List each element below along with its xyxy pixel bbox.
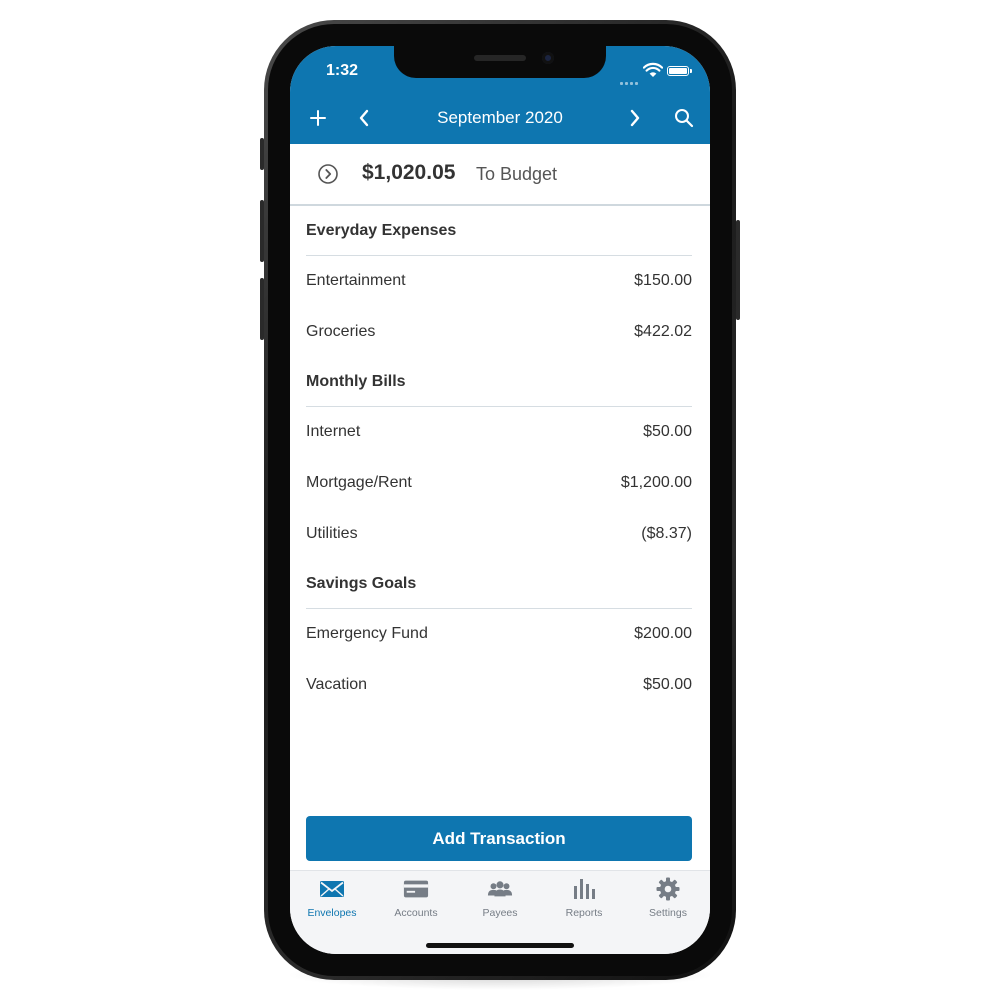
volume-up-button — [260, 200, 264, 262]
plus-icon — [310, 110, 326, 126]
envelope-amount: ($8.37) — [641, 524, 692, 542]
volume-down-button — [260, 278, 264, 340]
gear-icon — [656, 877, 680, 901]
cellular-signal-icon — [620, 72, 642, 85]
envelope-name: Utilities — [306, 524, 358, 542]
app-screen: 1:32 September 2020 $1,020.05 To Budget … — [290, 46, 710, 954]
add-transaction-button[interactable]: Add Transaction — [306, 816, 692, 861]
envelope-amount: $200.00 — [634, 625, 692, 643]
group-header-savings-goals: Savings Goals — [306, 559, 692, 609]
add-button[interactable] — [300, 98, 336, 138]
chevron-right-icon — [630, 109, 640, 127]
previous-month-button[interactable] — [346, 98, 382, 138]
wifi-icon — [643, 62, 663, 77]
power-button — [736, 220, 740, 320]
status-time: 1:32 — [326, 62, 359, 79]
envelope-row-entertainment[interactable]: Entertainment $150.00 — [306, 256, 692, 307]
to-budget-summary[interactable]: $1,020.05 To Budget — [290, 144, 710, 206]
next-month-button[interactable] — [617, 98, 653, 138]
phone-bezel: 1:32 September 2020 $1,020.05 To Budget … — [268, 24, 732, 976]
notch — [394, 46, 606, 78]
home-indicator[interactable] — [426, 943, 574, 948]
tab-label: Payees — [482, 907, 518, 919]
envelope-amount: $50.00 — [643, 675, 692, 693]
phone-frame: 1:32 September 2020 $1,020.05 To Budget … — [260, 20, 740, 980]
tab-label: Settings — [649, 907, 687, 919]
envelope-amount: $1,200.00 — [620, 474, 692, 492]
group-header-everyday-expenses: Everyday Expenses — [306, 206, 692, 256]
tab-label: Reports — [565, 907, 603, 919]
envelope-name: Internet — [306, 423, 361, 441]
envelope-row-utilities[interactable]: Utilities ($8.37) — [306, 508, 692, 559]
to-budget-label: To Budget — [476, 164, 558, 184]
tab-accounts[interactable]: Accounts — [374, 877, 458, 925]
envelope-amount: $50.00 — [643, 423, 692, 441]
envelope-name: Emergency Fund — [306, 625, 428, 643]
envelope-row-groceries[interactable]: Groceries $422.02 — [306, 307, 692, 358]
search-button[interactable] — [666, 98, 702, 138]
envelope-icon — [320, 881, 344, 897]
battery-icon — [667, 66, 692, 76]
envelope-name: Mortgage/Rent — [306, 474, 412, 492]
tab-label: Envelopes — [307, 907, 357, 919]
envelope-name: Entertainment — [306, 272, 406, 290]
people-icon — [487, 881, 513, 897]
speaker — [474, 55, 526, 61]
envelope-row-vacation[interactable]: Vacation $50.00 — [306, 660, 692, 711]
to-budget-amount: $1,020.05 — [362, 161, 456, 184]
envelope-row-emergency-fund[interactable]: Emergency Fund $200.00 — [306, 609, 692, 660]
search-icon — [675, 109, 694, 128]
envelope-amount: $150.00 — [634, 272, 692, 290]
tab-label: Accounts — [394, 907, 438, 919]
tab-bar: Envelopes Accounts Payees Reports Settin… — [290, 870, 710, 954]
credit-card-icon — [403, 880, 429, 898]
tab-settings[interactable]: Settings — [626, 877, 710, 925]
envelope-name: Groceries — [306, 322, 376, 340]
envelope-list: Everyday Expenses Entertainment $150.00 … — [306, 206, 692, 710]
tab-envelopes[interactable]: Envelopes — [290, 877, 374, 925]
chevron-circle-right-icon[interactable] — [318, 164, 338, 184]
nav-bar: September 2020 — [290, 98, 710, 138]
tab-payees[interactable]: Payees — [458, 877, 542, 925]
envelope-row-mortgage-rent[interactable]: Mortgage/Rent $1,200.00 — [306, 458, 692, 509]
chevron-left-icon — [359, 109, 369, 127]
envelope-row-internet[interactable]: Internet $50.00 — [306, 407, 692, 458]
group-header-monthly-bills: Monthly Bills — [306, 357, 692, 408]
envelope-amount: $422.02 — [634, 322, 692, 340]
bar-chart-icon — [574, 879, 595, 899]
tab-reports[interactable]: Reports — [542, 877, 626, 925]
silent-switch — [260, 138, 264, 170]
envelope-name: Vacation — [306, 675, 368, 693]
front-camera — [542, 52, 554, 64]
